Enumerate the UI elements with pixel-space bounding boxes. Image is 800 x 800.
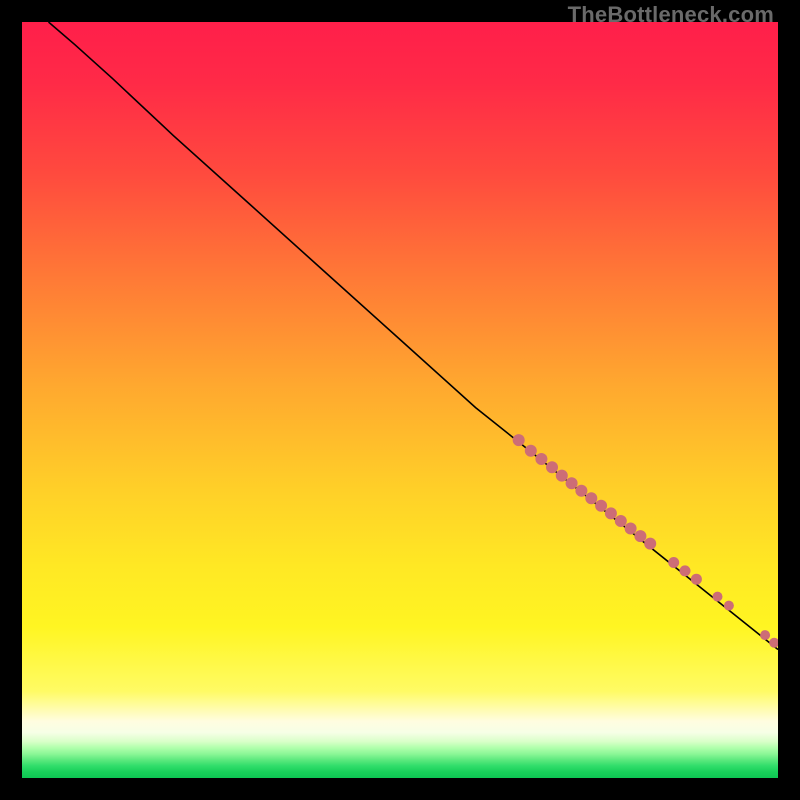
highlight-dot <box>566 477 578 489</box>
highlight-dot <box>634 530 646 542</box>
highlight-dot <box>713 592 723 602</box>
highlight-dot <box>625 523 637 535</box>
highlight-dot <box>595 500 607 512</box>
chart-svg <box>22 22 778 778</box>
highlight-dot <box>769 638 778 648</box>
highlight-dot <box>575 485 587 497</box>
highlight-dot <box>668 557 679 568</box>
highlight-dot-group <box>513 434 778 648</box>
bottleneck-curve-line <box>49 22 779 650</box>
highlight-dot <box>760 630 770 640</box>
highlight-dot <box>513 434 525 446</box>
highlight-dot <box>556 470 568 482</box>
highlight-dot <box>605 507 617 519</box>
highlight-dot <box>585 492 597 504</box>
highlight-dot <box>615 515 627 527</box>
highlight-dot <box>525 445 537 457</box>
highlight-dot <box>535 453 547 465</box>
highlight-dot <box>546 461 558 473</box>
plot-area <box>22 22 778 778</box>
highlight-dot <box>644 538 656 550</box>
chart-stage: TheBottleneck.com <box>0 0 800 800</box>
highlight-dot <box>724 601 734 611</box>
attribution-label: TheBottleneck.com <box>568 2 774 28</box>
highlight-dot <box>680 565 691 576</box>
highlight-dot <box>691 574 702 585</box>
